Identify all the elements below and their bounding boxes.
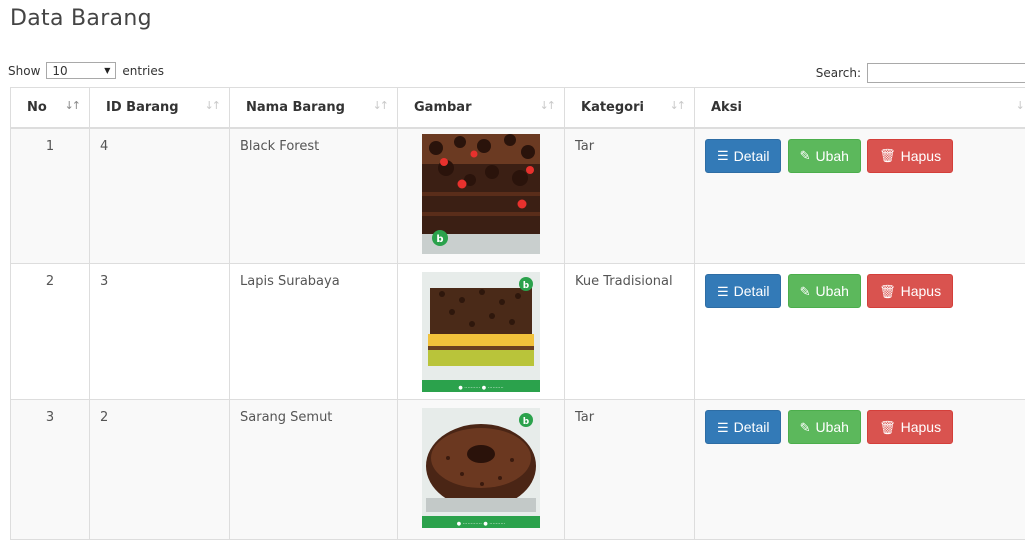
search-input[interactable] (867, 63, 1025, 83)
page-title: Data Barang (10, 6, 152, 31)
sort-arrows-icon: ↓↑ (65, 99, 79, 112)
sarang-semut-cake-image: ● ············ ● ·········· b (422, 408, 540, 528)
cell-id-barang: 2 (90, 400, 230, 540)
cell-no: 2 (11, 264, 90, 400)
column-header-aksi[interactable]: Aksi↓↑ (695, 88, 1025, 128)
trash-icon: 🗑 (879, 149, 896, 162)
column-header-id-barang[interactable]: ID Barang↓↑ (90, 88, 230, 128)
cell-id-barang: 3 (90, 264, 230, 400)
column-header-no[interactable]: No↓↑ (11, 88, 90, 128)
black-forest-cake-image: b (422, 134, 540, 254)
dropdown-arrow-icon: ▼ (104, 66, 110, 75)
cell-nama-barang: Black Forest (230, 128, 398, 264)
table-controls: Show 10 ▼ entries Search: (8, 62, 1025, 84)
edit-icon: ✎ (800, 421, 811, 434)
cell-gambar: ● ·········· ● ·········· b (398, 264, 565, 400)
svg-text:b: b (523, 417, 530, 427)
ubah-button[interactable]: ✎Ubah (788, 274, 861, 308)
cell-nama-barang: Lapis Surabaya (230, 264, 398, 400)
lapis-surabaya-cake-image: ● ·········· ● ·········· b (422, 272, 540, 392)
hapus-button[interactable]: 🗑Hapus (867, 274, 953, 308)
cell-gambar: ● ············ ● ·········· b (398, 400, 565, 540)
trash-icon: 🗑 (879, 285, 896, 298)
trash-icon: 🗑 (879, 421, 896, 434)
sort-arrows-icon: ↓↑ (670, 99, 684, 112)
cell-id-barang: 4 (90, 128, 230, 264)
column-header-gambar[interactable]: Gambar↓↑ (398, 88, 565, 128)
cell-kategori: Tar (565, 400, 695, 540)
table-row: 1 4 Black Forest (11, 128, 1025, 264)
cell-aksi: ☰Detail ✎Ubah 🗑Hapus (695, 400, 1025, 540)
sort-arrows-icon: ↓↑ (205, 99, 219, 112)
svg-text:b: b (436, 234, 443, 245)
cell-aksi: ☰Detail ✎Ubah 🗑Hapus (695, 264, 1025, 400)
table-header-row: No↓↑ ID Barang↓↑ Nama Barang↓↑ Gambar↓↑ … (11, 88, 1025, 128)
svg-text:● ·········· ● ··········: ● ·········· ● ·········· (458, 385, 504, 391)
data-table: No↓↑ ID Barang↓↑ Nama Barang↓↑ Gambar↓↑ … (10, 87, 1025, 540)
cell-no: 1 (11, 128, 90, 264)
sort-arrows-icon: ↓↑ (1016, 99, 1025, 112)
list-icon: ☰ (717, 285, 729, 298)
list-icon: ☰ (717, 149, 729, 162)
hapus-button[interactable]: 🗑Hapus (867, 139, 953, 173)
ubah-button[interactable]: ✎Ubah (788, 410, 861, 444)
detail-button[interactable]: ☰Detail (705, 139, 781, 173)
cell-kategori: Kue Tradisional (565, 264, 695, 400)
cell-gambar: b (398, 128, 565, 264)
ubah-button[interactable]: ✎Ubah (788, 139, 861, 173)
table-row: 3 2 Sarang Semut ● ············ ● ······… (11, 400, 1025, 540)
search-control: Search: (816, 63, 1025, 83)
sort-arrows-icon: ↓↑ (540, 99, 554, 112)
cell-kategori: Tar (565, 128, 695, 264)
cell-no: 3 (11, 400, 90, 540)
cell-aksi: ☰Detail ✎Ubah 🗑Hapus (695, 128, 1025, 264)
entries-select-value: 10 (52, 64, 67, 78)
edit-icon: ✎ (800, 285, 811, 298)
column-header-kategori[interactable]: Kategori↓↑ (565, 88, 695, 128)
length-control: Show 10 ▼ entries (8, 62, 164, 79)
svg-text:● ············ ● ··········: ● ············ ● ·········· (457, 521, 506, 527)
sort-arrows-icon: ↓↑ (373, 99, 387, 112)
edit-icon: ✎ (800, 149, 811, 162)
detail-button[interactable]: ☰Detail (705, 274, 781, 308)
svg-text:b: b (523, 281, 530, 291)
entries-label: entries (122, 64, 164, 78)
entries-select[interactable]: 10 ▼ (46, 62, 116, 79)
show-label: Show (8, 64, 40, 78)
column-header-nama-barang[interactable]: Nama Barang↓↑ (230, 88, 398, 128)
detail-button[interactable]: ☰Detail (705, 410, 781, 444)
hapus-button[interactable]: 🗑Hapus (867, 410, 953, 444)
list-icon: ☰ (717, 421, 729, 434)
search-label: Search: (816, 66, 861, 80)
table-row: 2 3 Lapis Surabaya ● ·········· ● · (11, 264, 1025, 400)
cell-nama-barang: Sarang Semut (230, 400, 398, 540)
